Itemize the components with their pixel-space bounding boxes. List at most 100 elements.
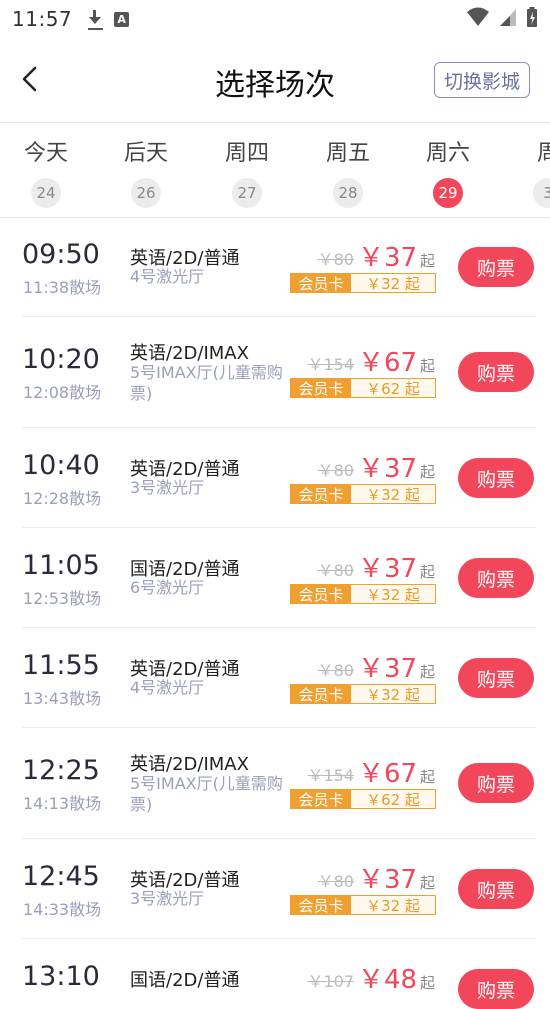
signal-icon: [500, 9, 516, 26]
price: ￥37: [358, 454, 418, 484]
member-price: ￥32 起: [351, 685, 435, 704]
date-day: 26: [131, 178, 161, 208]
showtime-list: 09:50 11:38散场 英语/2D/普通 4号激光厅 ￥80 ￥37 起 会…: [0, 217, 550, 1009]
member-card-label: 会员卡: [291, 485, 351, 504]
date-tab-1[interactable]: 后天 26: [116, 135, 176, 208]
price: ￥37: [358, 865, 418, 895]
date-day: 27: [232, 178, 262, 208]
price-from-label: 起: [420, 357, 436, 375]
date-tab-3[interactable]: 周五 28: [318, 135, 378, 208]
date-day: 3: [533, 178, 550, 208]
hall-name: 5号IMAX厅(儿童需购票): [130, 774, 283, 814]
start-time: 09:50: [22, 239, 100, 270]
notification-a-icon: A: [114, 11, 130, 27]
date-tab-4[interactable]: 周六 29: [418, 135, 478, 208]
end-time: 11:38散场: [23, 278, 102, 297]
original-price: ￥154: [307, 766, 354, 785]
member-price: ￥62 起: [351, 790, 435, 809]
member-card-label: 会员卡: [291, 379, 351, 398]
date-weekday: 周四: [224, 141, 269, 166]
member-price: ￥32 起: [351, 896, 435, 915]
start-time: 12:45: [22, 861, 100, 892]
price: ￥37: [358, 654, 418, 684]
download-icon: [86, 8, 104, 30]
price-from-label: 起: [420, 563, 436, 581]
date-tab-2[interactable]: 周四 27: [217, 135, 277, 208]
member-price: ￥32 起: [351, 485, 435, 504]
hall-name: 3号激光厅: [130, 889, 205, 908]
status-icons-left: A: [86, 8, 130, 30]
date-tab-5[interactable]: 周 3: [518, 135, 550, 208]
price: ￥37: [358, 243, 418, 273]
start-time: 10:20: [22, 344, 100, 375]
date-tab-0[interactable]: 今天 24: [16, 135, 76, 208]
original-price: ￥80: [317, 250, 354, 269]
status-icons-right: [466, 6, 538, 28]
hall-name: 3号激光厅: [130, 478, 205, 497]
page-header: 选择场次 切换影城: [0, 38, 550, 123]
member-card-label: 会员卡: [291, 685, 351, 704]
price-from-label: 起: [420, 768, 436, 786]
end-time: 14:33散场: [23, 900, 102, 919]
date-weekday: 后天: [123, 141, 168, 166]
end-time: 12:53散场: [23, 589, 102, 608]
member-price-tag: 会员卡 ￥32 起: [290, 584, 436, 604]
showtime-row: 09:50 11:38散场 英语/2D/普通 4号激光厅 ￥80 ￥37 起 会…: [22, 217, 536, 317]
hall-name: 5号IMAX厅(儿童需购票): [130, 363, 283, 403]
language-format: 国语/2D/普通: [130, 970, 240, 991]
price-from-label: 起: [420, 463, 436, 481]
date-weekday: 周六: [425, 141, 470, 166]
date-weekday: 周五: [325, 141, 370, 166]
buy-ticket-button[interactable]: 购票: [458, 763, 534, 803]
battery-icon: [527, 7, 537, 27]
member-card-label: 会员卡: [291, 585, 351, 604]
member-card-label: 会员卡: [291, 274, 351, 293]
original-price: ￥80: [317, 872, 354, 891]
start-time: 10:40: [22, 450, 100, 481]
buy-ticket-button[interactable]: 购票: [458, 658, 534, 698]
member-price-tag: 会员卡 ￥32 起: [290, 895, 436, 915]
status-time: 11:57: [12, 7, 73, 31]
switch-cinema-button[interactable]: 切换影城: [434, 62, 530, 98]
end-time: 12:28散场: [23, 489, 102, 508]
start-time: 11:55: [22, 650, 100, 681]
showtime-row: 10:20 12:08散场 英语/2D/IMAX 5号IMAX厅(儿童需购票) …: [22, 317, 536, 428]
end-time: 14:13散场: [23, 794, 102, 813]
start-time: 12:25: [22, 755, 100, 786]
price: ￥37: [358, 554, 418, 584]
original-price: ￥80: [317, 661, 354, 680]
member-price: ￥32 起: [351, 585, 435, 604]
status-bar: 11:57 A: [0, 0, 550, 38]
date-weekday: 今天: [23, 141, 68, 166]
wifi-icon: [467, 7, 489, 26]
member-price-tag: 会员卡 ￥32 起: [290, 684, 436, 704]
showtime-row: 12:25 14:13散场 英语/2D/IMAX 5号IMAX厅(儿童需购票) …: [22, 728, 536, 839]
showtime-row: 11:05 12:53散场 国语/2D/普通 6号激光厅 ￥80 ￥37 起 会…: [22, 528, 536, 628]
end-time: 12:08散场: [23, 383, 102, 402]
price-from-label: 起: [420, 252, 436, 270]
showtime-row: 10:40 12:28散场 英语/2D/普通 3号激光厅 ￥80 ￥37 起 会…: [22, 428, 536, 528]
original-price: ￥80: [317, 461, 354, 480]
buy-ticket-button[interactable]: 购票: [458, 869, 534, 909]
member-price-tag: 会员卡 ￥32 起: [290, 273, 436, 293]
date-tabs: 今天 24 后天 26 周四 27 周五 28 周六 29 周 3: [0, 123, 550, 218]
buy-ticket-button[interactable]: 购票: [458, 458, 534, 498]
price-from-label: 起: [420, 874, 436, 892]
buy-ticket-button[interactable]: 购票: [458, 352, 534, 392]
showtime-row: 11:55 13:43散场 英语/2D/普通 4号激光厅 ￥80 ￥37 起 会…: [22, 628, 536, 728]
date-day: 29: [433, 178, 463, 208]
member-price-tag: 会员卡 ￥62 起: [290, 789, 436, 809]
original-price: ￥154: [307, 355, 354, 374]
buy-ticket-button[interactable]: 购票: [458, 247, 534, 287]
end-time: 13:43散场: [23, 689, 102, 708]
member-price: ￥32 起: [351, 274, 435, 293]
member-card-label: 会员卡: [291, 896, 351, 915]
buy-ticket-button[interactable]: 购票: [458, 558, 534, 598]
member-price: ￥62 起: [351, 379, 435, 398]
hall-name: 4号激光厅: [130, 267, 205, 286]
buy-ticket-button[interactable]: 购票: [458, 969, 534, 1009]
price: ￥67: [358, 348, 418, 378]
member-price-tag: 会员卡 ￥62 起: [290, 378, 436, 398]
member-card-label: 会员卡: [291, 790, 351, 809]
price: ￥48: [358, 965, 418, 995]
